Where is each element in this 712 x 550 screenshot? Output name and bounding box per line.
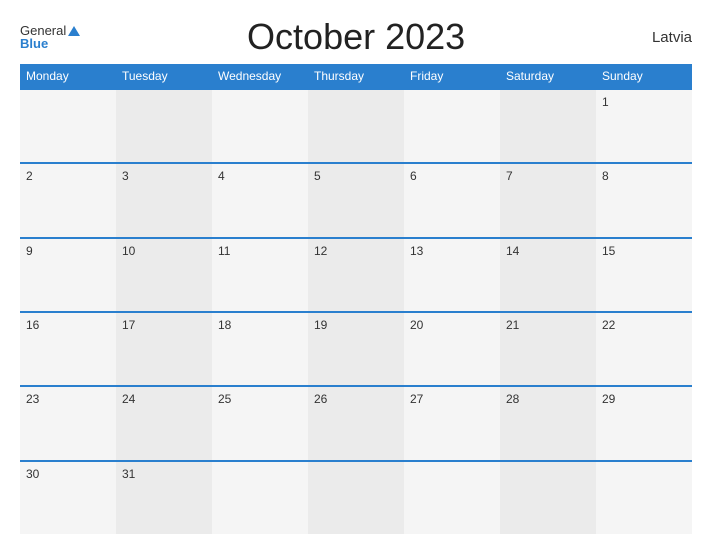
weekday-header-saturday: Saturday (500, 64, 596, 88)
calendar-day: 14 (500, 239, 596, 311)
day-number: 9 (26, 244, 33, 258)
calendar-day: 16 (20, 313, 116, 385)
day-number: 1 (602, 95, 609, 109)
weekday-header-tuesday: Tuesday (116, 64, 212, 88)
calendar-day: 2 (20, 164, 116, 236)
day-number: 28 (506, 392, 519, 406)
weekday-header-monday: Monday (20, 64, 116, 88)
day-number: 19 (314, 318, 327, 332)
calendar-day: 21 (500, 313, 596, 385)
calendar-week-4: 16 17 18 19 20 21 22 (20, 311, 692, 385)
calendar-day: 17 (116, 313, 212, 385)
calendar-day: 15 (596, 239, 692, 311)
calendar-day: 18 (212, 313, 308, 385)
weekday-header-thursday: Thursday (308, 64, 404, 88)
calendar-day: 28 (500, 387, 596, 459)
calendar-day: 3 (116, 164, 212, 236)
day-number: 7 (506, 169, 513, 183)
calendar-day: 26 (308, 387, 404, 459)
calendar-day: 19 (308, 313, 404, 385)
weekday-header-friday: Friday (404, 64, 500, 88)
calendar-day: 24 (116, 387, 212, 459)
day-number: 12 (314, 244, 327, 258)
day-number: 6 (410, 169, 417, 183)
day-number: 18 (218, 318, 231, 332)
day-number: 17 (122, 318, 135, 332)
day-number: 10 (122, 244, 135, 258)
calendar-day (404, 462, 500, 534)
calendar-body: 1234567891011121314151617181920212223242… (20, 88, 692, 534)
day-number: 30 (26, 467, 39, 481)
calendar-week-5: 23 24 25 26 27 28 29 (20, 385, 692, 459)
calendar-day (20, 90, 116, 162)
calendar-day: 9 (20, 239, 116, 311)
calendar-day (212, 90, 308, 162)
calendar-day: 25 (212, 387, 308, 459)
calendar-day: 27 (404, 387, 500, 459)
calendar-day: 10 (116, 239, 212, 311)
calendar-week-6: 30 31 (20, 460, 692, 534)
calendar-day: 1 (596, 90, 692, 162)
day-number: 14 (506, 244, 519, 258)
page: General Blue October 2023 Latvia MondayT… (0, 0, 712, 550)
calendar-day: 23 (20, 387, 116, 459)
logo-triangle-icon (68, 26, 80, 36)
calendar-day (404, 90, 500, 162)
calendar-day: 13 (404, 239, 500, 311)
calendar-day: 8 (596, 164, 692, 236)
calendar-header: MondayTuesdayWednesdayThursdayFridaySatu… (20, 64, 692, 88)
day-number: 11 (218, 244, 230, 258)
day-number: 21 (506, 318, 519, 332)
day-number: 3 (122, 169, 129, 183)
day-number: 22 (602, 318, 615, 332)
calendar-day (500, 90, 596, 162)
calendar-title: October 2023 (80, 16, 632, 58)
calendar-day (212, 462, 308, 534)
day-number: 13 (410, 244, 423, 258)
calendar-day: 22 (596, 313, 692, 385)
calendar-week-1: 1 (20, 88, 692, 162)
calendar-day: 30 (20, 462, 116, 534)
calendar-day (116, 90, 212, 162)
header: General Blue October 2023 Latvia (20, 16, 692, 58)
day-number: 26 (314, 392, 327, 406)
calendar-day (500, 462, 596, 534)
calendar-day: 20 (404, 313, 500, 385)
calendar-day: 5 (308, 164, 404, 236)
calendar-week-3: 9 10 11 12 13 14 15 (20, 237, 692, 311)
weekday-header-wednesday: Wednesday (212, 64, 308, 88)
calendar-day: 4 (212, 164, 308, 236)
calendar-day: 12 (308, 239, 404, 311)
weekday-header-sunday: Sunday (596, 64, 692, 88)
day-number: 23 (26, 392, 39, 406)
calendar-day: 7 (500, 164, 596, 236)
day-number: 16 (26, 318, 39, 332)
logo: General Blue (20, 24, 80, 50)
day-number: 4 (218, 169, 225, 183)
day-number: 5 (314, 169, 321, 183)
day-number: 27 (410, 392, 423, 406)
calendar-day (308, 462, 404, 534)
calendar: MondayTuesdayWednesdayThursdayFridaySatu… (20, 64, 692, 534)
day-number: 25 (218, 392, 231, 406)
calendar-week-2: 2 3 4 5 6 7 8 (20, 162, 692, 236)
calendar-day: 31 (116, 462, 212, 534)
logo-blue-text: Blue (20, 37, 48, 50)
day-number: 31 (122, 467, 135, 481)
country-label: Latvia (632, 29, 692, 46)
calendar-day: 6 (404, 164, 500, 236)
day-number: 2 (26, 169, 33, 183)
calendar-day (596, 462, 692, 534)
calendar-day (308, 90, 404, 162)
calendar-day: 11 (212, 239, 308, 311)
calendar-day: 29 (596, 387, 692, 459)
day-number: 15 (602, 244, 615, 258)
day-number: 20 (410, 318, 423, 332)
day-number: 24 (122, 392, 135, 406)
day-number: 29 (602, 392, 615, 406)
day-number: 8 (602, 169, 609, 183)
